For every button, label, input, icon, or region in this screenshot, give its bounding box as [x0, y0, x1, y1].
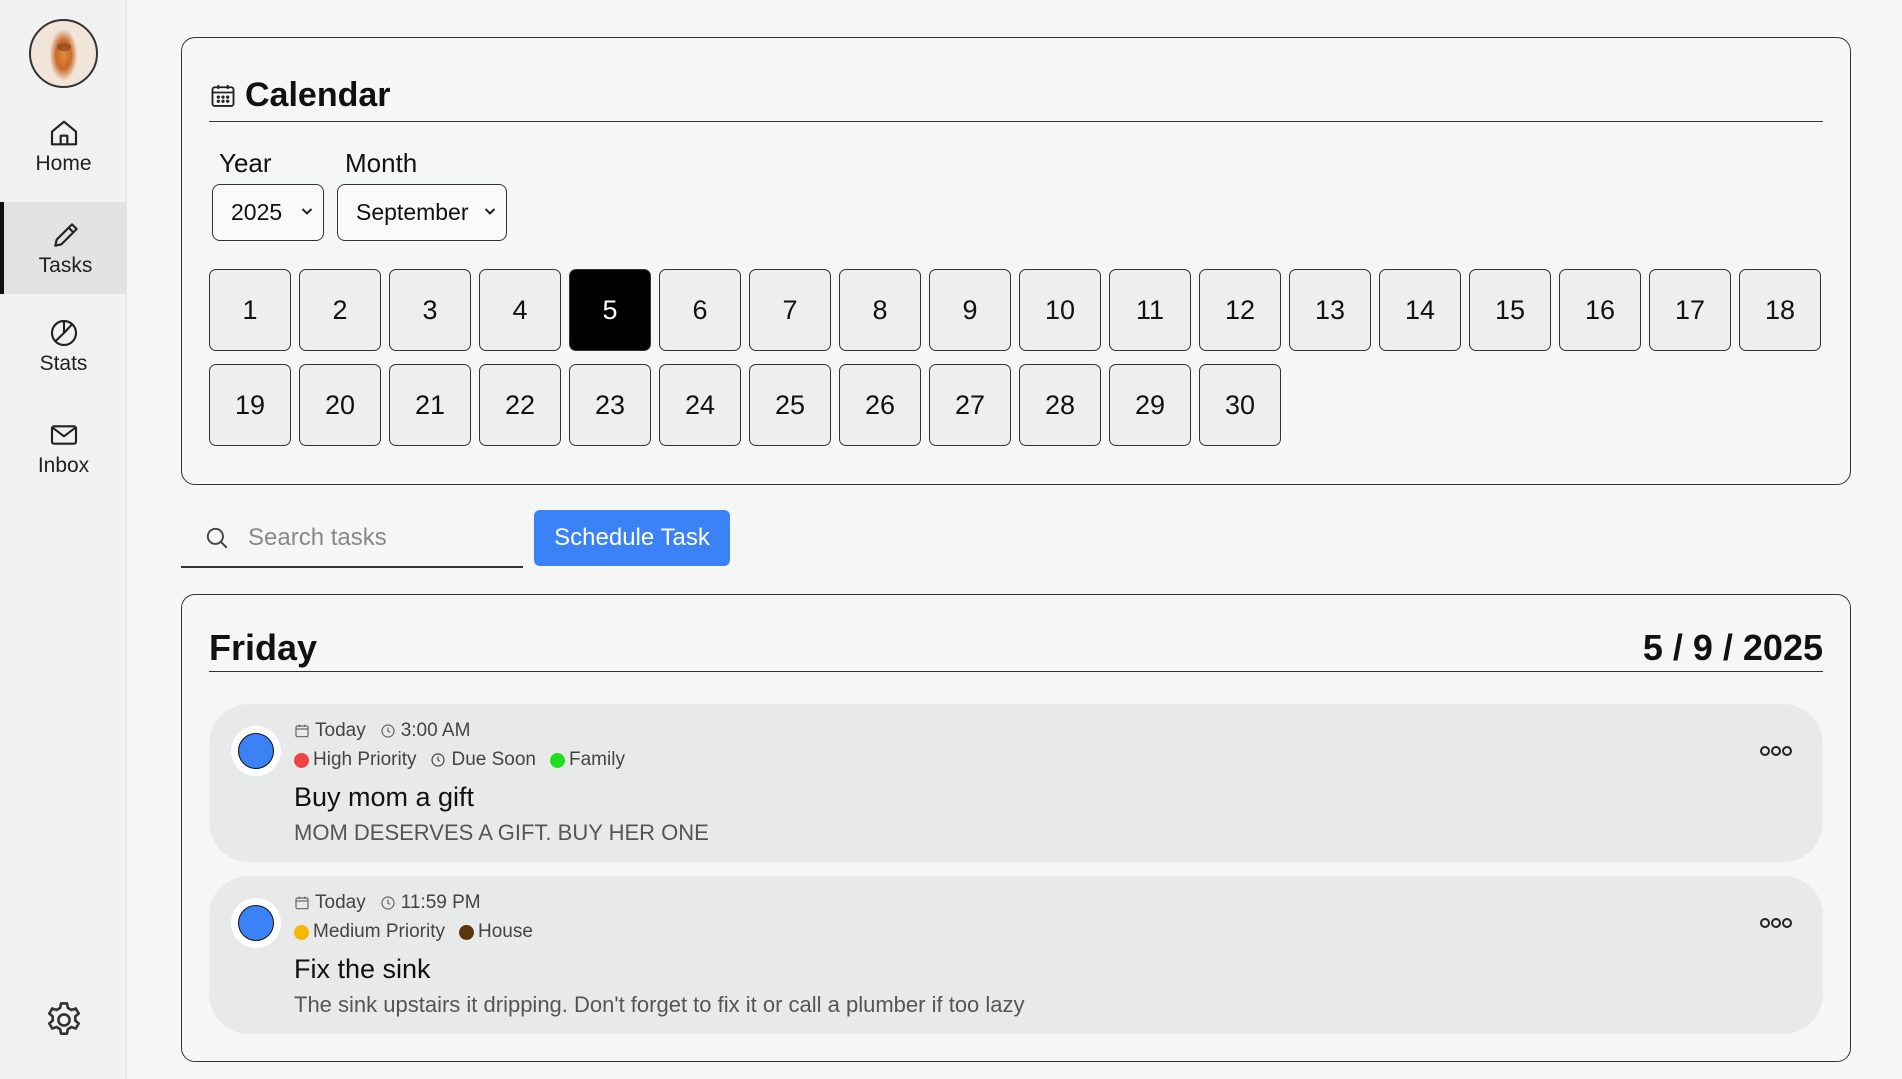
sidebar-item-home[interactable]: Home — [0, 100, 127, 192]
day-button-5[interactable]: 5 — [569, 269, 651, 351]
day-button-15[interactable]: 15 — [1469, 269, 1551, 351]
task-schedule: Today 11:59 PM — [294, 892, 495, 914]
more-options-icon[interactable] — [1759, 744, 1793, 758]
task-date-label: Today — [315, 892, 366, 913]
calendar-icon — [295, 724, 309, 738]
task-time: 3:00 AM — [400, 720, 471, 741]
schedule-task-button[interactable]: Schedule Task — [534, 510, 730, 566]
sidebar-item-stats[interactable]: Stats — [0, 300, 127, 392]
calendar-title: Calendar — [245, 76, 391, 114]
task-tags: High Priority Due Soon Family — [294, 749, 639, 771]
task-complete-toggle[interactable] — [231, 898, 281, 948]
year-label: Year — [219, 148, 272, 178]
sidebar-item-label: Stats — [39, 351, 88, 375]
priority-dot-icon — [294, 924, 309, 940]
year-select[interactable]: 2025 — [212, 184, 324, 241]
day-button-6[interactable]: 6 — [659, 269, 741, 351]
task-status-circle — [238, 733, 274, 769]
task-title: Buy mom a gift — [294, 782, 475, 812]
day-button-3[interactable]: 3 — [389, 269, 471, 351]
category-dot-icon — [458, 924, 474, 940]
search-bar — [181, 510, 523, 568]
month-select[interactable]: September — [337, 184, 507, 241]
day-header: Friday 5 / 9 / 2025 — [209, 625, 1823, 672]
month-select-value: September — [356, 199, 469, 225]
task-item[interactable]: Today 3:00 AM High Priority Due Soon Fam… — [209, 704, 1823, 862]
task-schedule: Today 3:00 AM — [294, 720, 484, 742]
task-item[interactable]: Today 11:59 PM Medium Priority House Fix… — [209, 876, 1823, 1034]
day-button-22[interactable]: 22 — [479, 364, 561, 446]
day-button-26[interactable]: 26 — [839, 364, 921, 446]
task-time: 11:59 PM — [400, 892, 481, 913]
day-button-4[interactable]: 4 — [479, 269, 561, 351]
day-button-11[interactable]: 11 — [1109, 269, 1191, 351]
day-button-12[interactable]: 12 — [1199, 269, 1281, 351]
chevron-down-icon — [484, 208, 496, 215]
day-button-1[interactable]: 1 — [209, 269, 291, 351]
day-button-21[interactable]: 21 — [389, 364, 471, 446]
chevron-down-icon — [301, 208, 313, 215]
task-title: Fix the sink — [294, 954, 431, 984]
sidebar-item-label: Tasks — [38, 253, 93, 277]
day-button-25[interactable]: 25 — [749, 364, 831, 446]
tag-house: House — [458, 921, 533, 943]
day-button-17[interactable]: 17 — [1649, 269, 1731, 351]
search-icon — [206, 527, 228, 549]
search-input[interactable] — [248, 524, 498, 552]
pie-chart-icon — [50, 319, 77, 346]
day-button-24[interactable]: 24 — [659, 364, 741, 446]
pencil-icon — [53, 222, 78, 247]
day-button-18[interactable]: 18 — [1739, 269, 1821, 351]
year-select-value: 2025 — [231, 199, 283, 225]
day-button-13[interactable]: 13 — [1289, 269, 1371, 351]
calendar-icon — [295, 896, 309, 910]
priority-dot-icon — [294, 752, 309, 768]
day-button-14[interactable]: 14 — [1379, 269, 1461, 351]
tag-medium-priority: Medium Priority — [294, 921, 445, 943]
gear-icon[interactable] — [43, 999, 85, 1041]
day-button-9[interactable]: 9 — [929, 269, 1011, 351]
avatar[interactable] — [29, 19, 98, 88]
mail-icon — [50, 424, 77, 445]
calendar-card: Calendar Year Month 2025 September 12345… — [181, 37, 1851, 485]
task-complete-toggle[interactable] — [231, 726, 281, 776]
more-options-icon[interactable] — [1759, 916, 1793, 930]
task-description: MOM DESERVES A GIFT. BUY HER ONE — [294, 820, 709, 845]
home-icon — [50, 120, 77, 145]
tag-high-priority: High Priority — [294, 749, 416, 771]
clock-icon — [381, 724, 395, 738]
day-name: Friday — [209, 627, 318, 668]
task-description: The sink upstairs it dripping. Don't for… — [294, 992, 1025, 1017]
day-button-23[interactable]: 23 — [569, 364, 651, 446]
calendar-icon — [211, 84, 235, 107]
day-button-10[interactable]: 10 — [1019, 269, 1101, 351]
day-button-30[interactable]: 30 — [1199, 364, 1281, 446]
category-dot-icon — [550, 752, 565, 768]
task-date-label: Today — [315, 720, 366, 741]
clock-icon — [381, 896, 395, 910]
day-button-28[interactable]: 28 — [1019, 364, 1101, 446]
sidebar-item-label: Inbox — [37, 453, 90, 477]
task-tags: Medium Priority House — [294, 921, 547, 943]
day-date: 5 / 9 / 2025 — [1642, 627, 1823, 668]
sidebar-item-inbox[interactable]: Inbox — [0, 402, 127, 494]
sidebar-item-tasks[interactable]: Tasks — [0, 202, 127, 294]
day-button-29[interactable]: 29 — [1109, 364, 1191, 446]
tag-due-soon: Due Soon — [430, 749, 536, 771]
day-button-8[interactable]: 8 — [839, 269, 921, 351]
sidebar-item-label: Home — [35, 151, 92, 175]
day-button-2[interactable]: 2 — [299, 269, 381, 351]
day-button-19[interactable]: 19 — [209, 364, 291, 446]
tag-family: Family — [550, 749, 625, 771]
day-button-16[interactable]: 16 — [1559, 269, 1641, 351]
day-button-7[interactable]: 7 — [749, 269, 831, 351]
task-status-circle — [238, 905, 274, 941]
day-button-27[interactable]: 27 — [929, 364, 1011, 446]
clock-icon — [431, 753, 446, 767]
day-tasks-card: Friday 5 / 9 / 2025 Today 3:00 AM High P… — [181, 594, 1851, 1062]
day-button-20[interactable]: 20 — [299, 364, 381, 446]
month-label: Month — [345, 148, 418, 178]
calendar-header: Calendar — [209, 70, 1823, 122]
sidebar: Home Tasks Stats Inbox — [0, 0, 127, 1079]
